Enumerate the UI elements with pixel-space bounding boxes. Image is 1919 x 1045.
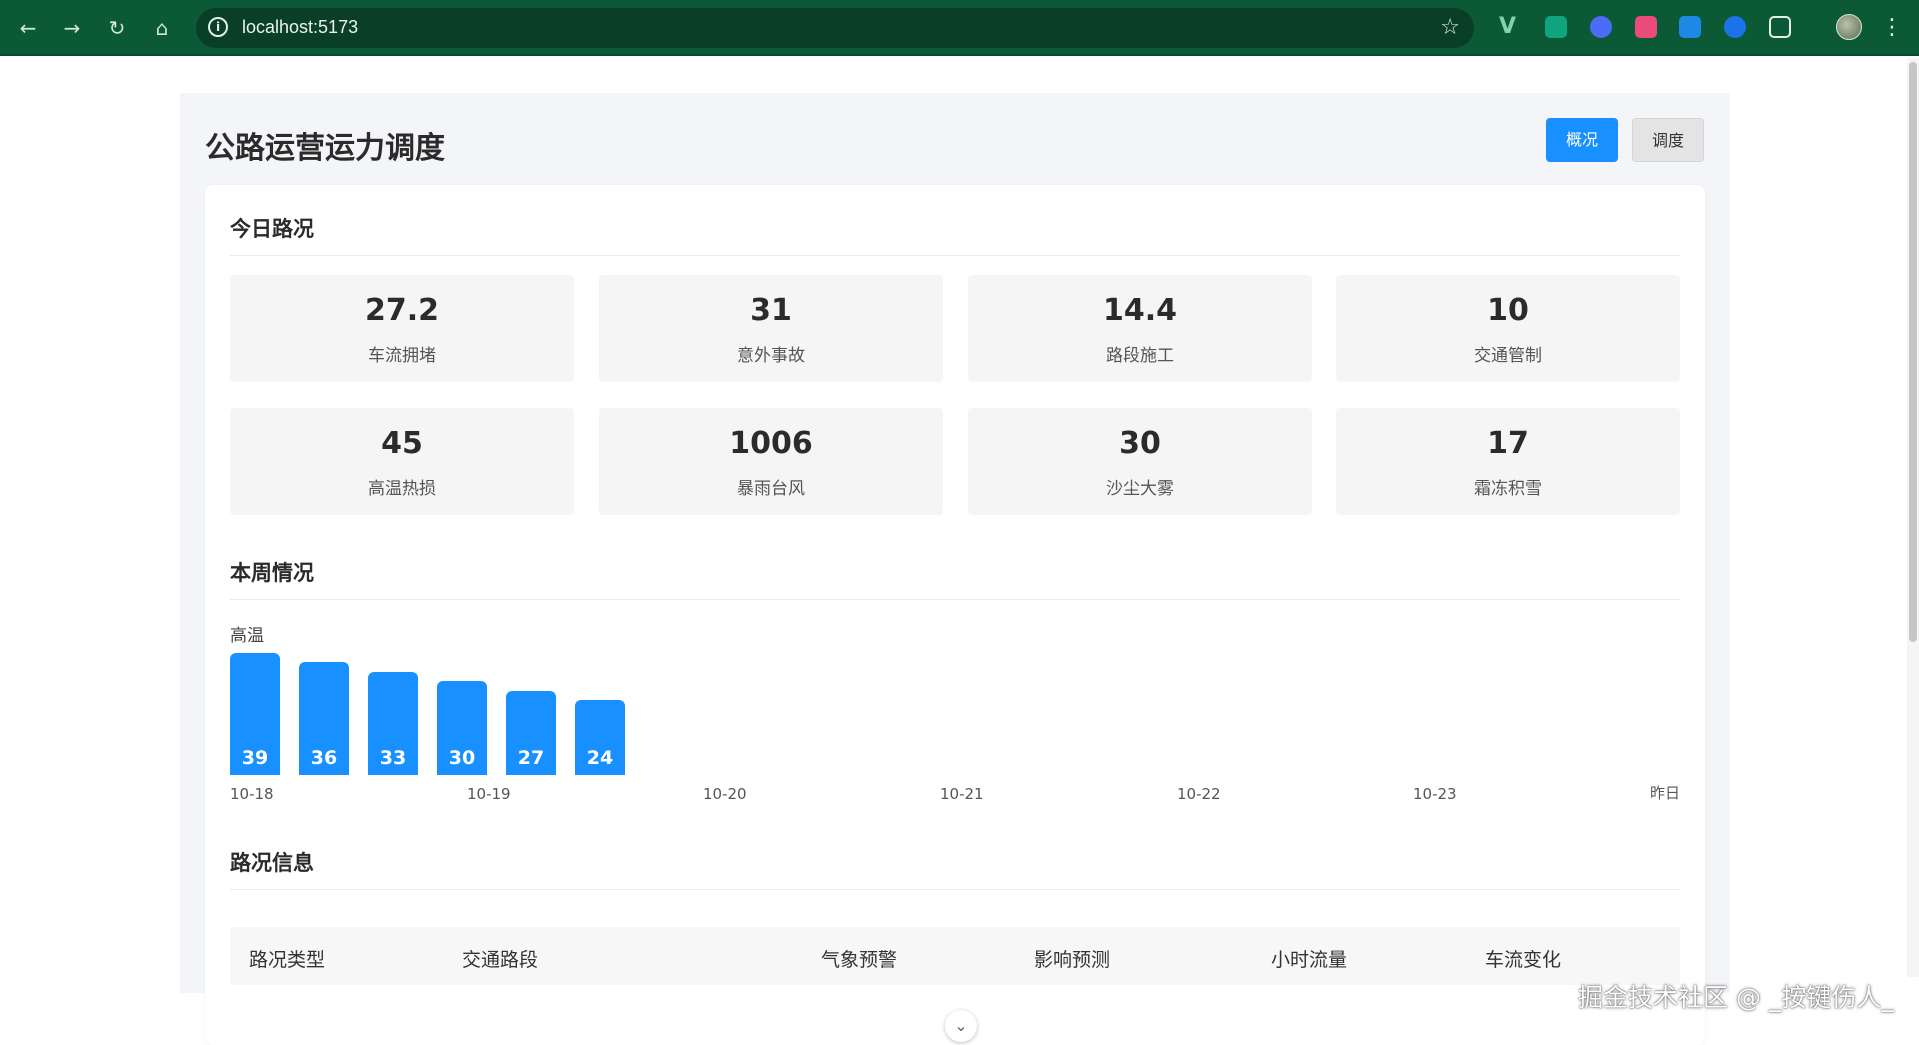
chart-bar-value-label: 24 — [586, 747, 614, 769]
column-header[interactable]: 路况类型 — [249, 945, 325, 972]
column-header[interactable]: 小时流量 — [1271, 945, 1347, 972]
address-bar[interactable]: i localhost:5173 ☆ — [196, 8, 1474, 48]
overview-button[interactable]: 概况 — [1546, 118, 1618, 162]
stat-card-fog: 30 沙尘大雾 — [968, 408, 1312, 515]
column-header[interactable]: 影响预测 — [1034, 945, 1110, 972]
chart-x-tick-label: 昨日 — [1649, 784, 1680, 802]
chart-bar-value-label: 33 — [379, 747, 407, 769]
chart-x-tick-label: 10-21 — [940, 785, 984, 803]
stat-card-heat: 45 高温热损 — [230, 408, 574, 515]
stat-value: 31 — [750, 293, 792, 328]
stat-label: 暴雨台风 — [737, 479, 805, 499]
translate-extension-icon[interactable] — [1635, 16, 1657, 38]
chart-bar-value-label: 39 — [241, 747, 269, 769]
browser-toolbar: ← → ↻ ⌂ i localhost:5173 ☆ V ⋮ — [0, 0, 1919, 56]
stat-label: 霜冻积雪 — [1474, 479, 1542, 499]
column-header[interactable]: 气象预警 — [821, 945, 897, 972]
stat-value: 10 — [1487, 293, 1529, 328]
week-section-title: 本周情况 — [230, 561, 314, 585]
forward-arrow-icon[interactable]: → — [58, 14, 86, 42]
stat-value: 1006 — [729, 426, 813, 461]
meeting-extension-icon[interactable] — [1724, 16, 1746, 38]
extension-icon[interactable] — [1590, 16, 1612, 38]
chatgpt-extension-icon[interactable] — [1545, 16, 1567, 38]
chart-x-tick-label: 10-19 — [467, 785, 511, 803]
page-scrollbar[interactable] — [1907, 58, 1919, 977]
home-icon[interactable]: ⌂ — [148, 14, 176, 42]
chart-bar[interactable]: 24 — [575, 700, 625, 775]
chart-x-tick-label: 10-22 — [1177, 785, 1221, 803]
chart-bar[interactable]: 33 — [368, 672, 418, 775]
browser-menu-icon[interactable]: ⋮ — [1881, 14, 1903, 42]
page-title: 公路运营运力调度 — [205, 131, 445, 166]
stat-value: 30 — [1119, 426, 1161, 461]
chart-x-tick-label: 10-18 — [230, 785, 274, 803]
divider — [230, 599, 1680, 600]
chart-bar-value-label: 36 — [310, 747, 338, 769]
site-info-icon[interactable]: i — [208, 17, 228, 37]
stat-value: 27.2 — [364, 293, 440, 328]
extensions-puzzle-icon[interactable] — [1769, 16, 1791, 38]
page-viewport: 公路运营运力调度 概况 调度 今日路况 27.2 车流拥堵 31 意外事故 14… — [0, 58, 1919, 1045]
chart-x-tick-label: 10-20 — [703, 785, 747, 803]
url-text[interactable]: localhost:5173 — [242, 17, 358, 38]
s-extension-icon[interactable] — [1679, 16, 1701, 38]
divider — [230, 889, 1680, 890]
stat-label: 车流拥堵 — [368, 346, 436, 366]
scroll-down-chevron-icon[interactable]: ⌄ — [945, 1010, 977, 1042]
chart-x-tick-label: 10-23 — [1413, 785, 1457, 803]
bookmark-star-icon[interactable]: ☆ — [1440, 15, 1460, 40]
week-bar-chart: 39 36 33 30 27 24 10-18 10-19 10-20 10-21 10-22 10-… — [230, 653, 1680, 803]
today-section-title: 今日路况 — [230, 217, 314, 241]
back-arrow-icon[interactable]: ← — [14, 14, 42, 42]
road-info-section-title: 路况信息 — [230, 851, 314, 875]
stat-card-frost: 17 霜冻积雪 — [1336, 408, 1680, 515]
stat-card-traffic-control: 10 交通管制 — [1336, 275, 1680, 382]
stat-card-accident: 31 意外事故 — [599, 275, 943, 382]
chart-bar[interactable]: 30 — [437, 681, 487, 775]
chart-bar[interactable]: 27 — [506, 691, 556, 775]
vue-devtools-extension-icon[interactable]: V — [1499, 16, 1521, 38]
chart-metric-label: 高温 — [230, 626, 264, 646]
stat-label: 意外事故 — [737, 346, 805, 366]
dashboard-container: 公路运营运力调度 概况 调度 今日路况 27.2 车流拥堵 31 意外事故 14… — [180, 93, 1730, 1045]
chart-bar-value-label: 27 — [517, 747, 545, 769]
watermark: 掘金技术社区 @ _按键伤人_ — [1578, 983, 1894, 1012]
reload-icon[interactable]: ↻ — [103, 14, 131, 42]
stat-card-congestion: 27.2 车流拥堵 — [230, 275, 574, 382]
stat-label: 高温热损 — [368, 479, 436, 499]
column-header[interactable]: 车流变化 — [1485, 945, 1561, 972]
stat-label: 路段施工 — [1106, 346, 1174, 366]
chart-bar-value-label: 30 — [448, 747, 476, 769]
column-header[interactable]: 交通路段 — [462, 945, 538, 972]
stat-label: 交通管制 — [1474, 346, 1542, 366]
stat-value: 14.4 — [1102, 293, 1178, 328]
stat-label: 沙尘大雾 — [1106, 479, 1174, 499]
profile-avatar[interactable] — [1836, 14, 1862, 40]
chart-bar[interactable]: 39 — [230, 653, 280, 775]
stat-value: 45 — [381, 426, 423, 461]
scrollbar-thumb[interactable] — [1909, 62, 1917, 642]
stat-card-storm: 1006 暴雨台风 — [599, 408, 943, 515]
stat-card-construction: 14.4 路段施工 — [968, 275, 1312, 382]
content-card: 今日路况 27.2 车流拥堵 31 意外事故 14.4 路段施工 10 交通管制… — [205, 185, 1705, 1045]
table-header: 路况类型 交通路段 气象预警 影响预测 小时流量 车流变化 — [230, 927, 1680, 985]
chart-bar[interactable]: 36 — [299, 662, 349, 775]
dispatch-button[interactable]: 调度 — [1632, 118, 1704, 162]
divider — [230, 255, 1680, 256]
stat-value: 17 — [1487, 426, 1529, 461]
